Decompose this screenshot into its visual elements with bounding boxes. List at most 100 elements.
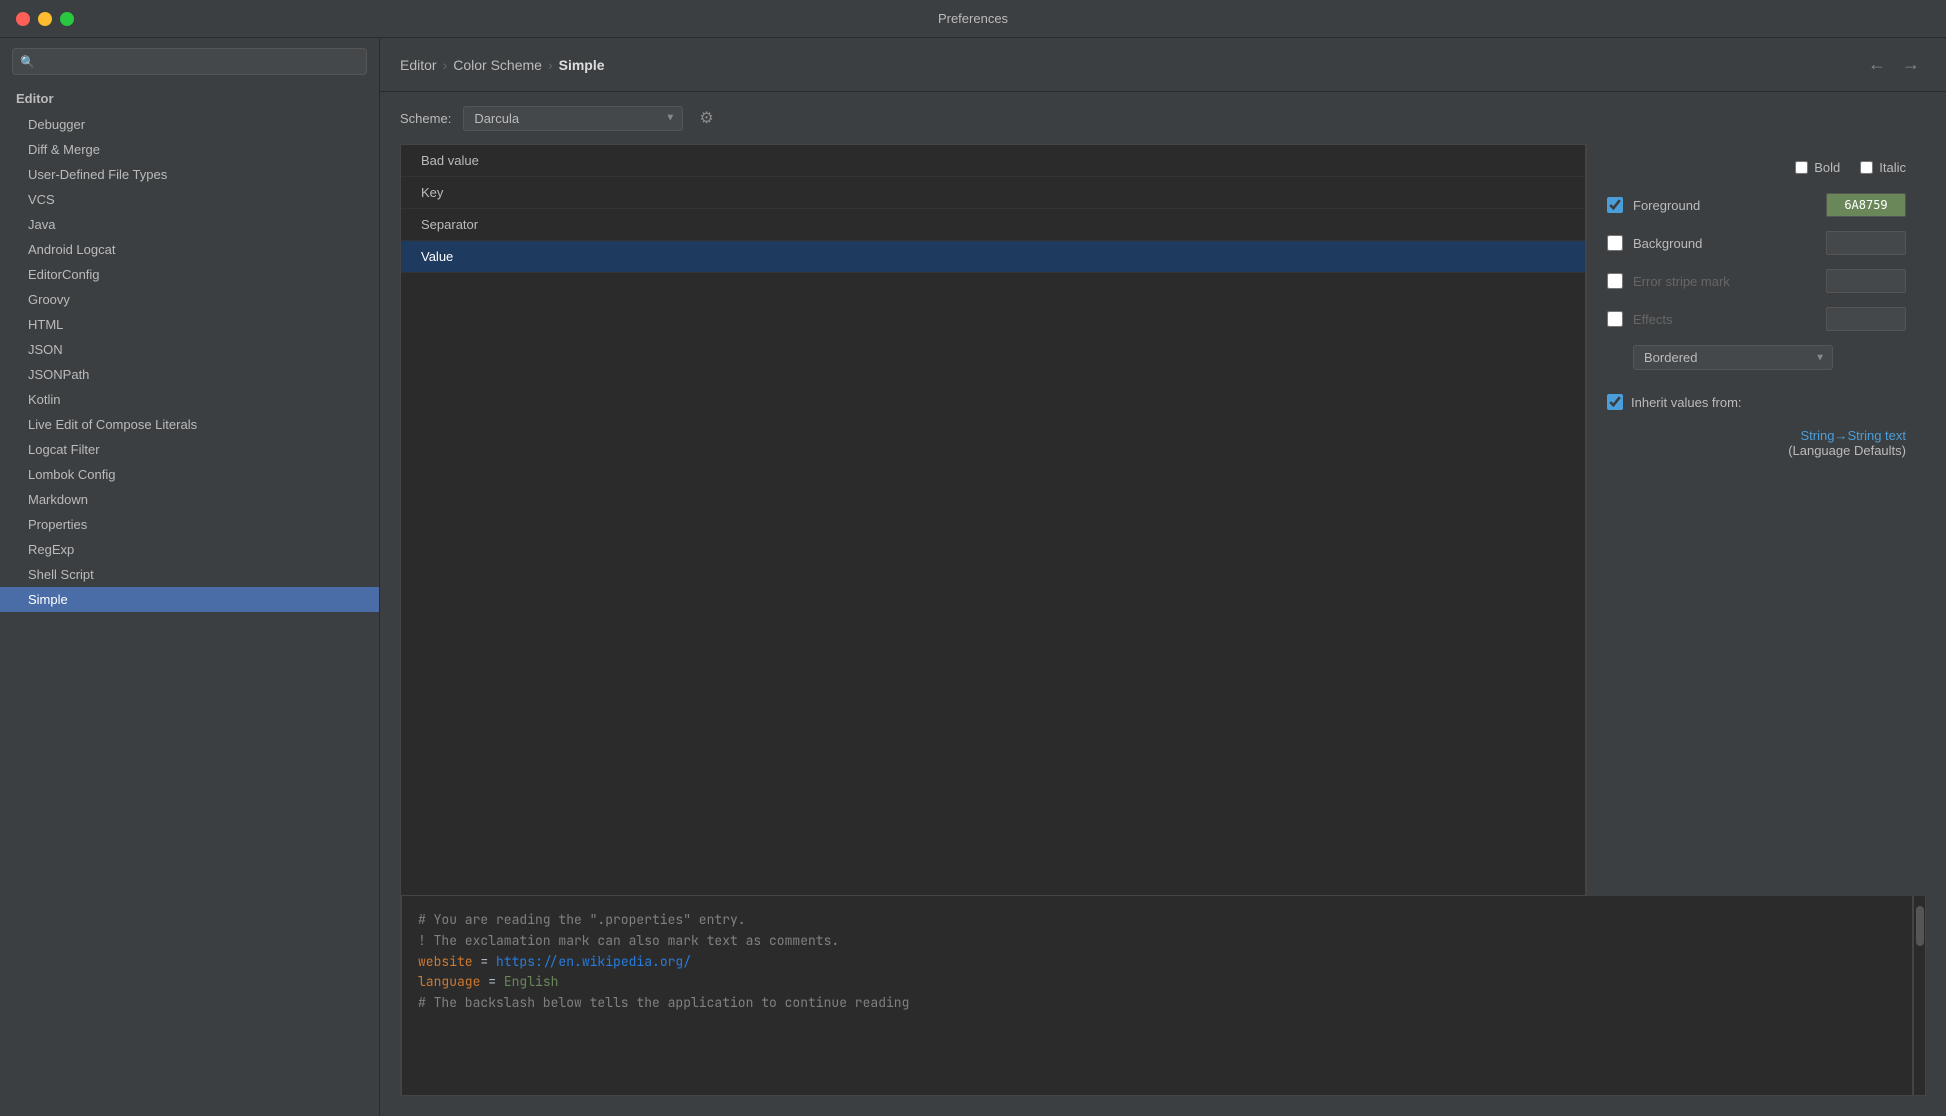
sidebar-item-live-edit[interactable]: Live Edit of Compose Literals (0, 412, 379, 437)
italic-label: Italic (1879, 160, 1906, 175)
sidebar-item-lombok-config[interactable]: Lombok Config (0, 462, 379, 487)
background-color-swatch[interactable] (1826, 231, 1906, 255)
sidebar-header: Editor (0, 85, 379, 112)
breadcrumb-sep1: › (443, 57, 448, 73)
sidebar-item-android-logcat[interactable]: Android Logcat (0, 237, 379, 262)
nav-arrows: ← → (1862, 52, 1926, 77)
code-line-2: ! The exclamation mark can also mark tex… (418, 931, 1896, 952)
error-stripe-color-swatch[interactable] (1826, 269, 1906, 293)
bold-italic-row: Bold Italic (1607, 160, 1906, 175)
inherit-links: String→String text (Language Defaults) (1631, 428, 1906, 458)
properties-panel: Bold Italic Foreground 6A8759 (1586, 144, 1926, 896)
scrollbar-track[interactable] (1913, 896, 1925, 1095)
breadcrumb-bar: Editor › Color Scheme › Simple ← → (380, 38, 1946, 92)
minimize-button[interactable] (38, 12, 52, 26)
italic-checkbox[interactable] (1860, 161, 1873, 174)
inherit-link-text[interactable]: String text (1847, 428, 1906, 443)
inherit-link[interactable]: String (1801, 428, 1835, 443)
foreground-checkbox[interactable] (1607, 197, 1623, 213)
code-line-5: # The backslash below tells the applicat… (418, 993, 1896, 1014)
scheme-dropdown[interactable]: Darcula IntelliJ Light High Contrast Mon… (463, 106, 683, 131)
effects-checkbox[interactable] (1607, 311, 1623, 327)
split-view: Bad value Key Separator Value Bold (400, 144, 1926, 896)
code-value-language: English (504, 973, 559, 990)
scheme-settings-button[interactable]: ⚙ (695, 104, 717, 132)
code-line-3: website = https://en.wikipedia.org/ (418, 952, 1896, 973)
color-list-panel: Bad value Key Separator Value (400, 144, 1586, 896)
background-checkbox[interactable] (1607, 235, 1623, 251)
window-title: Preferences (938, 11, 1008, 26)
sidebar-item-regexp[interactable]: RegExp (0, 537, 379, 562)
sidebar-item-properties[interactable]: Properties (0, 512, 379, 537)
code-url-website: https://en.wikipedia.org/ (496, 953, 691, 970)
scheme-select-wrap: Darcula IntelliJ Light High Contrast Mon… (463, 106, 683, 131)
effects-label: Effects (1633, 312, 1816, 327)
sidebar-item-kotlin[interactable]: Kotlin (0, 387, 379, 412)
color-item-value[interactable]: Value (401, 241, 1585, 273)
sidebar-item-jsonpath[interactable]: JSONPath (0, 362, 379, 387)
titlebar: Preferences (0, 0, 1946, 38)
inherit-row: Inherit values from: (1607, 394, 1906, 410)
sidebar-item-groovy[interactable]: Groovy (0, 287, 379, 312)
sidebar-item-vcs[interactable]: VCS (0, 187, 379, 212)
scheme-label: Scheme: (400, 111, 451, 126)
sidebar-item-shell-script[interactable]: Shell Script (0, 562, 379, 587)
sidebar-item-json[interactable]: JSON (0, 337, 379, 362)
error-stripe-row: Error stripe mark (1607, 269, 1906, 293)
sidebar-item-user-file-types[interactable]: User-Defined File Types (0, 162, 379, 187)
foreground-color-swatch[interactable]: 6A8759 (1826, 193, 1906, 217)
close-button[interactable] (16, 12, 30, 26)
search-input[interactable] (12, 48, 367, 75)
code-line-1: # You are reading the ".properties" entr… (418, 910, 1896, 931)
inherit-arrow: → (1834, 428, 1847, 443)
bold-checkbox-label[interactable]: Bold (1795, 160, 1840, 175)
effects-select-wrap: Bordered Underline Wave underline Strike… (1633, 345, 1833, 370)
breadcrumb-color-scheme: Color Scheme (453, 57, 542, 73)
breadcrumb-editor: Editor (400, 57, 437, 73)
scheme-row: Scheme: Darcula IntelliJ Light High Cont… (380, 92, 1946, 144)
main-layout: 🔍 Editor Debugger Diff & Merge User-Defi… (0, 38, 1946, 1116)
italic-checkbox-label[interactable]: Italic (1860, 160, 1906, 175)
breadcrumb: Editor › Color Scheme › Simple (400, 57, 605, 73)
error-stripe-label: Error stripe mark (1633, 274, 1816, 289)
color-item-separator[interactable]: Separator (401, 209, 1585, 241)
sidebar-item-simple[interactable]: Simple (0, 587, 379, 612)
search-wrap: 🔍 (12, 48, 367, 75)
effects-color-swatch[interactable] (1826, 307, 1906, 331)
content-area: Editor › Color Scheme › Simple ← → Schem… (380, 38, 1946, 1116)
inherit-checkbox[interactable] (1607, 394, 1623, 410)
code-line-4: language = English (418, 972, 1896, 993)
sidebar-item-markdown[interactable]: Markdown (0, 487, 379, 512)
sidebar-item-logcat-filter[interactable]: Logcat Filter (0, 437, 379, 462)
bold-checkbox[interactable] (1795, 161, 1808, 174)
code-key-website: website (418, 953, 473, 970)
nav-forward-button[interactable]: → (1896, 52, 1926, 77)
effects-type-row: Bordered Underline Wave underline Strike… (1633, 345, 1906, 370)
background-row: Background (1607, 231, 1906, 255)
color-item-key[interactable]: Key (401, 177, 1585, 209)
foreground-row: Foreground 6A8759 (1607, 193, 1906, 217)
inherit-sub: (Language Defaults) (1631, 443, 1906, 458)
foreground-label: Foreground (1633, 198, 1816, 213)
nav-back-button[interactable]: ← (1862, 52, 1892, 77)
sidebar-item-diff-merge[interactable]: Diff & Merge (0, 137, 379, 162)
error-stripe-checkbox[interactable] (1607, 273, 1623, 289)
sidebar-item-html[interactable]: HTML (0, 312, 379, 337)
code-preview: # You are reading the ".properties" entr… (401, 896, 1913, 1096)
bold-label: Bold (1814, 160, 1840, 175)
effects-type-dropdown[interactable]: Bordered Underline Wave underline Strike… (1633, 345, 1833, 370)
sidebar-item-debugger[interactable]: Debugger (0, 112, 379, 137)
scrollbar-thumb[interactable] (1916, 906, 1924, 946)
sidebar-item-editor-config[interactable]: EditorConfig (0, 262, 379, 287)
background-label: Background (1633, 236, 1816, 251)
maximize-button[interactable] (60, 12, 74, 26)
breadcrumb-current: Simple (559, 57, 605, 73)
foreground-color-value: 6A8759 (1844, 198, 1887, 212)
sidebar-list: Debugger Diff & Merge User-Defined File … (0, 112, 379, 1116)
inherit-label: Inherit values from: (1631, 395, 1742, 410)
code-key-language: language (418, 973, 480, 990)
color-item-bad-value[interactable]: Bad value (401, 145, 1585, 177)
sidebar: 🔍 Editor Debugger Diff & Merge User-Defi… (0, 38, 380, 1116)
code-preview-wrap: # You are reading the ".properties" entr… (400, 896, 1926, 1096)
sidebar-item-java[interactable]: Java (0, 212, 379, 237)
